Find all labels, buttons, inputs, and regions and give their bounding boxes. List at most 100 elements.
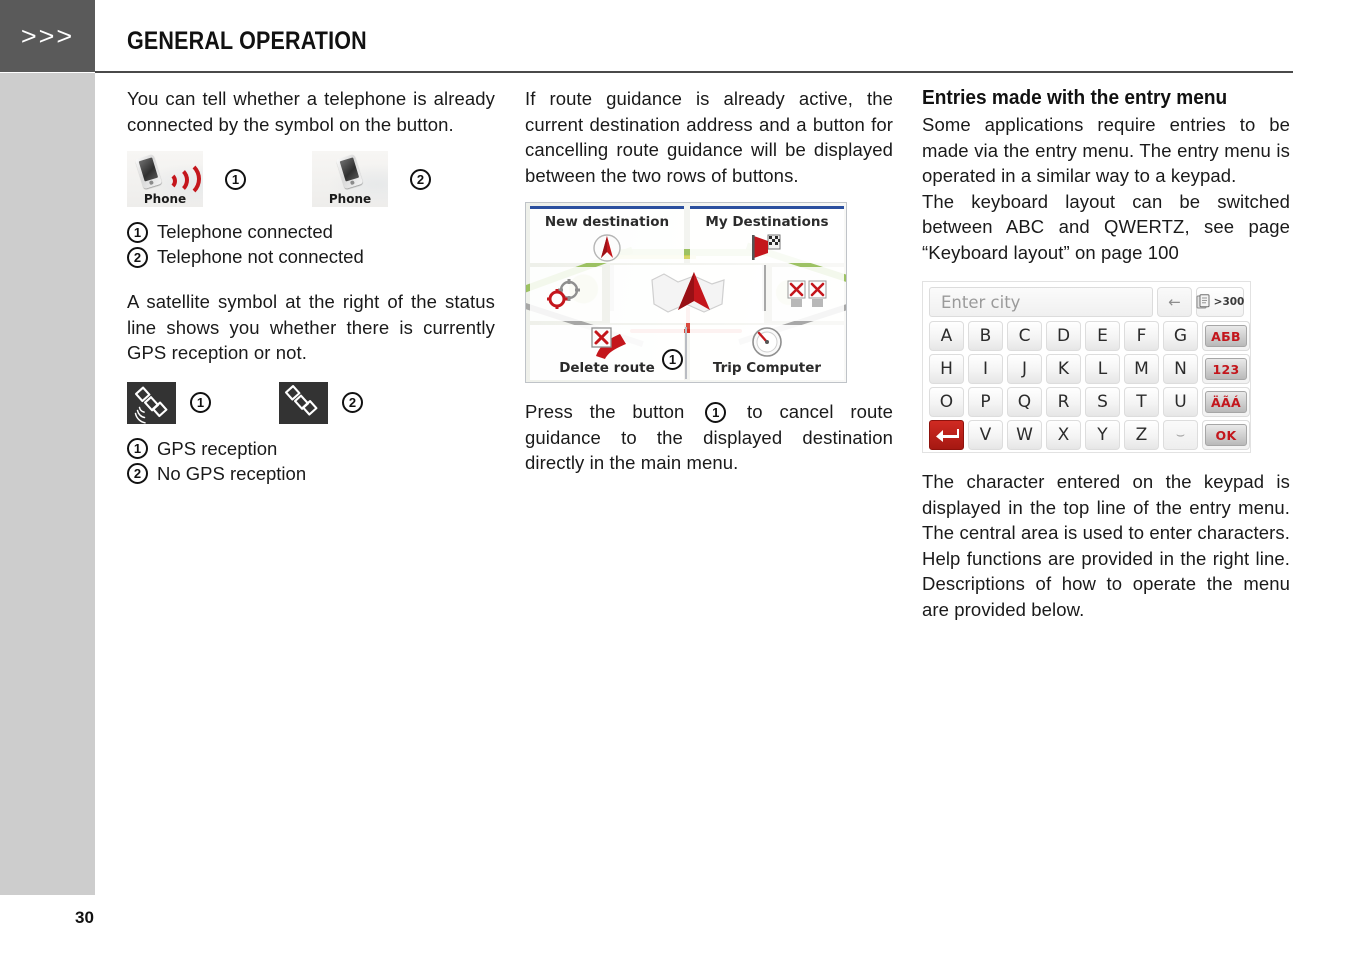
- phone-legend-text-2: Telephone not connected: [157, 246, 364, 267]
- phone-tile-label-1: Phone: [143, 192, 187, 206]
- cell-cancel-route[interactable]: [772, 267, 844, 321]
- space-key[interactable]: ⌣: [1163, 420, 1198, 450]
- key-l[interactable]: L: [1085, 354, 1120, 384]
- phone-disconnected-icon: Phone: [312, 151, 388, 207]
- c1-paragraph-1: You can tell whether a telephone is alre…: [127, 88, 495, 135]
- gps-legend-text-1: GPS reception: [157, 437, 278, 459]
- ok-key[interactable]: OK: [1202, 420, 1250, 450]
- callout-1-delete-route: 1: [662, 349, 683, 370]
- diacritics-layout-key[interactable]: ÄÃÁ: [1202, 387, 1250, 417]
- cyrillic-layout-label: АБВ: [1205, 325, 1247, 347]
- cell-new-destination[interactable]: New destination: [530, 209, 684, 263]
- city-input-field[interactable]: Enter city: [929, 287, 1153, 317]
- callout-1-legend-phone: 1: [127, 221, 148, 243]
- key-d[interactable]: D: [1046, 321, 1081, 351]
- numeric-layout-key[interactable]: 123: [1202, 354, 1250, 384]
- page-title: GENERAL OPERATION: [127, 27, 367, 55]
- cyrillic-layout-key[interactable]: АБВ: [1202, 321, 1250, 351]
- key-k[interactable]: K: [1046, 354, 1081, 384]
- cell-label-trip-computer: Trip Computer: [712, 360, 822, 376]
- chevron-right-icon: >>>: [20, 21, 75, 50]
- key-h[interactable]: H: [929, 354, 964, 384]
- entry-menu-screenshot: Enter city ← >300 A B C D E F G АБВ H I …: [922, 281, 1251, 453]
- cell-my-destinations[interactable]: My Destinations: [690, 209, 844, 263]
- road-closed-icon: [787, 280, 827, 307]
- page-number: 30: [75, 908, 94, 927]
- key-m[interactable]: M: [1124, 354, 1159, 384]
- map-with-arrow-icon: [651, 272, 725, 313]
- key-q[interactable]: Q: [1007, 387, 1042, 417]
- return-key[interactable]: [929, 420, 964, 450]
- key-i[interactable]: I: [968, 354, 1003, 384]
- cell-delete-route[interactable]: Delete route: [530, 325, 684, 380]
- results-count-key[interactable]: >300: [1196, 287, 1244, 317]
- numeric-layout-label: 123: [1205, 358, 1247, 380]
- phone-figure-row: Phone 1 Phone 2: [127, 151, 495, 207]
- key-s[interactable]: S: [1085, 387, 1120, 417]
- backspace-key[interactable]: ←: [1157, 287, 1192, 317]
- phone-legend-item-1: 1 Telephone connected: [127, 220, 495, 244]
- phone-connected-icon: Phone: [127, 151, 203, 207]
- keyboard-row-4: V W X Y Z ⌣ OK: [929, 420, 1250, 450]
- diacritics-layout-label: ÄÃÁ: [1205, 391, 1247, 413]
- gps-figure-row: 1 2: [127, 381, 495, 424]
- key-r[interactable]: R: [1046, 387, 1081, 417]
- chevron-tab: >>>: [0, 0, 95, 72]
- callout-1b: 1: [190, 392, 211, 413]
- speedometer-icon: [752, 327, 782, 357]
- c2-paragraph-2: Press the button 1 to cancel route guida…: [525, 399, 893, 476]
- key-p[interactable]: P: [968, 387, 1003, 417]
- gps-no-reception-icon: [279, 381, 328, 424]
- key-u[interactable]: U: [1163, 387, 1198, 417]
- callout-1-legend-gps: 1: [127, 438, 148, 459]
- key-o[interactable]: O: [929, 387, 964, 417]
- cell-label-new-destination: New destination: [544, 214, 670, 230]
- navigation-main-menu-screenshot: New destination My Destinations Delete r…: [525, 202, 847, 383]
- cell-label-delete-route: Delete route: [559, 360, 655, 376]
- c3-paragraph-3: The character entered on the keypad is d…: [922, 471, 1290, 620]
- key-w[interactable]: W: [1007, 420, 1042, 450]
- ok-key-label: OK: [1205, 424, 1247, 446]
- key-x[interactable]: X: [1046, 420, 1081, 450]
- side-band: [0, 73, 95, 895]
- cell-trip-computer[interactable]: Trip Computer: [690, 325, 844, 380]
- phone-legend-item-2: 2 Telephone not connected: [127, 245, 495, 269]
- key-j[interactable]: J: [1007, 354, 1042, 384]
- callout-2-legend-phone: 2: [127, 246, 148, 268]
- callout-2-legend-gps: 2: [127, 463, 148, 484]
- cell-label-my-destinations: My Destinations: [705, 214, 829, 230]
- callout-2a: 2: [410, 168, 431, 190]
- section-heading: Entries made with the entry menu: [922, 86, 1228, 109]
- c3-paragraph-1: Some applications require entries to be …: [922, 114, 1290, 186]
- satellite-with-signal-icon: [134, 386, 168, 424]
- key-g[interactable]: G: [1163, 321, 1198, 351]
- gps-legend-item-2: 2 No GPS reception: [127, 462, 495, 486]
- key-y[interactable]: Y: [1085, 420, 1120, 450]
- key-z[interactable]: Z: [1124, 420, 1159, 450]
- key-n[interactable]: N: [1163, 354, 1198, 384]
- cell-settings[interactable]: [530, 267, 602, 321]
- gps-reception-icon: [127, 381, 176, 424]
- phone-tile-label-2: Phone: [328, 192, 372, 206]
- key-t[interactable]: T: [1124, 387, 1159, 417]
- cell-map-view[interactable]: [610, 265, 764, 323]
- keyboard-row-3: O P Q R S T U ÄÃÁ: [929, 387, 1250, 417]
- gps-legend-text-2: No GPS reception: [157, 462, 307, 484]
- key-c[interactable]: C: [1007, 321, 1042, 351]
- column-3: Entries made with the entry menu Some ap…: [922, 86, 1290, 622]
- keyboard-row-1: A B C D E F G АБВ: [929, 321, 1250, 351]
- signal-waves-icon: [159, 160, 201, 198]
- key-f[interactable]: F: [1124, 321, 1159, 351]
- phone-legend-text-1: Telephone connected: [157, 221, 333, 242]
- list-pages-icon: [1196, 294, 1210, 309]
- key-b[interactable]: B: [968, 321, 1003, 351]
- compass-arrow-icon: [593, 234, 621, 262]
- column-1: You can tell whether a telephone is alre…: [127, 86, 495, 486]
- keyboard-top-row: Enter city ← >300: [929, 287, 1244, 317]
- satellite-no-signal-icon: [284, 384, 318, 416]
- return-arrow-icon: [935, 429, 959, 442]
- key-e[interactable]: E: [1085, 321, 1120, 351]
- key-a[interactable]: A: [929, 321, 964, 351]
- c2-paragraph-1: If route guidance is already active, the…: [525, 88, 893, 186]
- key-v[interactable]: V: [968, 420, 1003, 450]
